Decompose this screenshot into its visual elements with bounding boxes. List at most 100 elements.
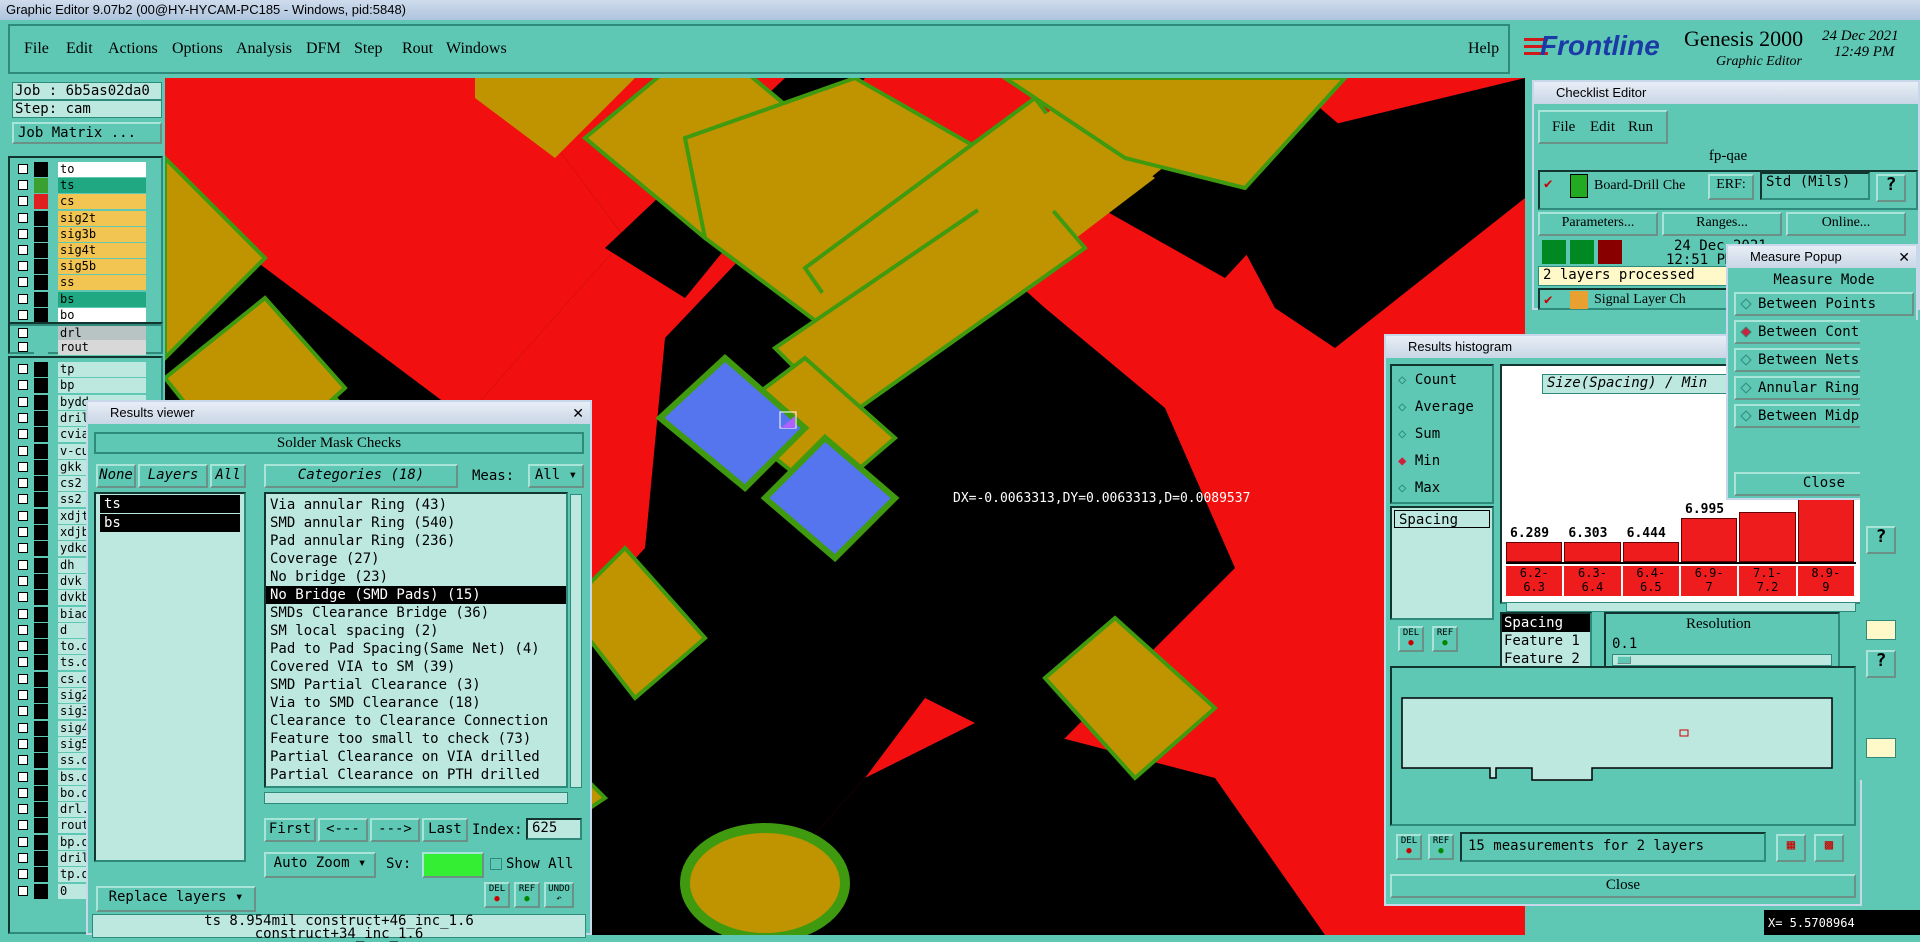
layer-name[interactable]: cs (58, 194, 146, 210)
layer-name[interactable]: rout (58, 340, 146, 355)
category-item[interactable]: No Bridge (SMD Pads) (15) (266, 586, 566, 604)
category-item[interactable]: Covered VIA to SM (39) (266, 658, 566, 676)
layer-checkbox[interactable] (18, 836, 28, 847)
category-item[interactable]: Via to SMD Clearance (18) (266, 694, 566, 712)
layer-checkbox[interactable] (18, 641, 28, 652)
layer-checkbox[interactable] (18, 261, 28, 272)
layer-checkbox[interactable] (18, 771, 28, 782)
layer-color-swatch[interactable] (34, 557, 48, 573)
menu-step[interactable]: Step (354, 40, 382, 58)
online-button[interactable]: Online... (1786, 212, 1906, 236)
menu-help[interactable]: Help (1468, 40, 1499, 58)
layer-color-swatch[interactable] (34, 378, 48, 394)
category-item[interactable]: Clearance to Clearance Connection (266, 712, 566, 730)
layer-checkbox[interactable] (18, 293, 28, 304)
next-button[interactable]: ---> (370, 818, 420, 842)
show-all-checkbox[interactable] (490, 858, 502, 870)
check-enabled-icon[interactable]: ✔ (1544, 292, 1552, 308)
layer-row[interactable]: bs (18, 291, 146, 307)
category-item[interactable]: SMD Partial Clearance (3) (266, 676, 566, 694)
layer-name[interactable]: bp (58, 378, 146, 394)
layer-name[interactable]: to (58, 162, 146, 177)
category-item[interactable]: Pad annular Ring (236) (266, 532, 566, 550)
layer-color-swatch[interactable] (34, 525, 48, 540)
layer-color-swatch[interactable] (34, 275, 48, 291)
layer-row[interactable]: bo (18, 307, 146, 323)
measure-mode-between-points[interactable]: Between Points (1734, 292, 1914, 316)
layer-checkbox[interactable] (18, 853, 28, 863)
category-item[interactable]: Pad to Pad Spacing(Same Net) (4) (266, 640, 566, 658)
parameters-button[interactable]: Parameters... (1538, 212, 1658, 236)
close-icon[interactable]: ✕ (572, 402, 584, 424)
category-item[interactable]: Via annular Ring (43) (266, 496, 566, 514)
layer-name[interactable]: bo (58, 307, 146, 323)
category-item[interactable]: Partial Clearance on PTH drilled (266, 766, 566, 784)
layer-row[interactable]: sig5b (18, 259, 146, 275)
menu-file[interactable]: File (24, 40, 49, 58)
layer-row[interactable]: bp (18, 378, 146, 394)
layer-checkbox[interactable] (18, 309, 28, 320)
erf-button[interactable]: ERF: (1708, 174, 1754, 200)
layer-checkbox[interactable] (18, 575, 28, 586)
layer-checkbox[interactable] (18, 396, 28, 407)
layer-color-swatch[interactable] (34, 785, 48, 801)
layer-color-swatch[interactable] (34, 443, 48, 459)
layer-color-swatch[interactable] (34, 194, 48, 210)
layer-color-swatch[interactable] (34, 655, 48, 671)
categories-tab[interactable]: Categories (18) (264, 464, 458, 488)
all-button[interactable]: All (210, 464, 246, 488)
ranges-button[interactable]: Ranges... (1662, 212, 1782, 236)
layer-name[interactable]: tp (58, 362, 146, 377)
layer-color-swatch[interactable] (34, 410, 48, 426)
histogram-mode-average[interactable]: ◇ Average (1398, 399, 1474, 415)
layer-checkbox[interactable] (18, 478, 28, 489)
layer-name[interactable]: bs (58, 291, 146, 307)
histogram-bar[interactable] (1681, 518, 1738, 562)
layer-checkbox[interactable] (18, 869, 28, 880)
hist-tool-icon-2[interactable]: ▩ (1814, 834, 1844, 862)
layer-color-swatch[interactable] (34, 851, 48, 866)
layer-name[interactable]: sig2t (58, 210, 146, 226)
histogram-bar[interactable] (1506, 542, 1563, 562)
del-button[interactable]: DEL ● (484, 882, 510, 908)
layer-color-swatch[interactable] (34, 326, 48, 341)
resolution-slider-thumb[interactable] (1617, 656, 1631, 664)
layer-checkbox[interactable] (18, 804, 28, 815)
layer-color-swatch[interactable] (34, 671, 48, 687)
undo-button[interactable]: UNDO ↶ (544, 882, 574, 908)
layer-checkbox[interactable] (18, 706, 28, 717)
layer-checkbox[interactable] (18, 429, 28, 440)
layer-name[interactable]: sig3b (58, 226, 146, 242)
layer-color-swatch[interactable] (34, 867, 48, 883)
layer-color-swatch[interactable] (34, 639, 48, 655)
layer-color-swatch[interactable] (34, 590, 48, 606)
layer-color-swatch[interactable] (34, 883, 48, 899)
layers-tab[interactable]: Layers (138, 464, 208, 488)
category-item[interactable]: Partial Clearance on VIA drilled (266, 748, 566, 766)
layer-name[interactable]: ts (58, 178, 146, 194)
layer-color-swatch[interactable] (34, 720, 48, 736)
layer-checkbox[interactable] (18, 738, 28, 749)
layer-checkbox[interactable] (18, 277, 28, 288)
category-hscrollbar[interactable] (264, 792, 568, 804)
result-layer-item[interactable]: bs (100, 514, 240, 532)
ref-button[interactable]: REF ● (514, 882, 540, 908)
check-row-board-drill[interactable]: ✔ Board-Drill Che ERF: Std (Mils) ? (1538, 170, 1918, 210)
checklist-menu-run[interactable]: Run (1628, 119, 1653, 136)
hist-tool-icon-1[interactable]: ▦ (1776, 834, 1806, 862)
histogram-close-button[interactable]: Close (1390, 874, 1856, 898)
layer-checkbox[interactable] (18, 755, 28, 766)
layer-name[interactable]: drl (58, 326, 146, 341)
layer-row[interactable]: sig2t (18, 210, 146, 226)
layer-checkbox[interactable] (18, 559, 28, 570)
layer-color-swatch[interactable] (34, 834, 48, 850)
histogram-mode-min[interactable]: ◆ Min (1398, 453, 1440, 469)
layer-row[interactable]: sig4t (18, 243, 146, 258)
last-button[interactable]: Last (422, 818, 468, 842)
layer-checkbox[interactable] (18, 624, 28, 635)
category-scrollbar[interactable] (570, 494, 582, 788)
layer-color-swatch[interactable] (34, 476, 48, 492)
histogram-type-list[interactable]: Spacing (1390, 506, 1494, 620)
layer-checkbox[interactable] (18, 885, 28, 896)
menu-actions[interactable]: Actions (108, 40, 158, 58)
